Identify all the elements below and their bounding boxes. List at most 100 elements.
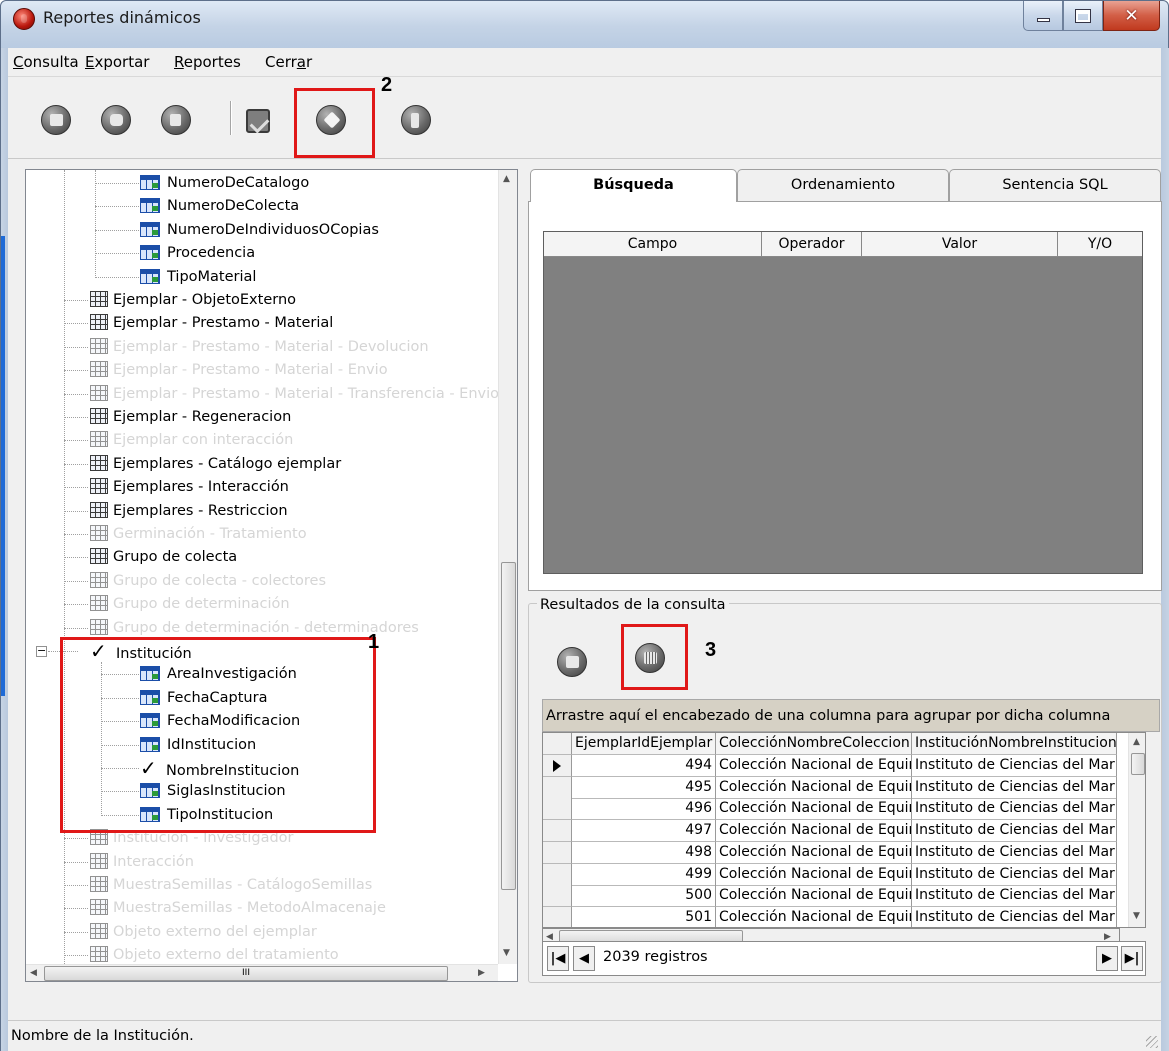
tree-field[interactable]: TipoMaterial: [140, 266, 256, 289]
tree-table[interactable]: Grupo de determinación: [90, 593, 290, 616]
scroll-down-icon[interactable]: ▼: [503, 948, 510, 958]
table-cell[interactable]: 496: [572, 798, 716, 821]
scroll-up-icon[interactable]: ▲: [503, 174, 510, 184]
table-cell[interactable]: Instituto de Ciencias del Mar: [912, 863, 1117, 886]
table-row[interactable]: 497 Colección Nacional de Equir Instituto …: [543, 820, 1145, 843]
table-cell[interactable]: 499: [572, 863, 716, 886]
table-cell[interactable]: Colección Nacional de Equir: [716, 776, 912, 799]
table-cell[interactable]: Colección Nacional de Equir: [716, 841, 912, 864]
tab-ordenamiento[interactable]: Ordenamiento: [737, 169, 949, 201]
tree-field[interactable]: NumeroDeCatalogo: [140, 172, 309, 195]
table-row[interactable]: 495 Colección Nacional de Equir Instituto …: [543, 776, 1145, 799]
table-tree[interactable]: NumeroDeCatalogo NumeroDeColecta NumeroDeI…: [25, 169, 518, 982]
row-selector[interactable]: [543, 776, 572, 799]
collapse-icon[interactable]: −: [36, 645, 47, 657]
row-selector[interactable]: [543, 906, 572, 927]
column-ejemplar-id[interactable]: EjemplarIdEjemplar: [572, 733, 716, 755]
tree-table[interactable]: Ejemplar - Prestamo - Material - Transfe…: [90, 383, 499, 406]
tab-busqueda[interactable]: Búsqueda: [530, 169, 737, 202]
prev-record-button[interactable]: ◀: [573, 946, 595, 971]
resize-grip-icon[interactable]: [1146, 1036, 1158, 1048]
column-coleccion-nombre[interactable]: ColecciónNombreColeccion: [716, 733, 912, 755]
minimize-button[interactable]: [1023, 1, 1063, 31]
row-selector[interactable]: [543, 755, 572, 777]
tree-table[interactable]: Interacción: [90, 851, 194, 874]
results-vscroll-thumb[interactable]: [1131, 753, 1145, 775]
scroll-left-icon[interactable]: ◀: [30, 968, 37, 978]
column-y-o[interactable]: Y/O: [1058, 232, 1142, 257]
table-cell[interactable]: Instituto de Ciencias del Mar: [912, 776, 1117, 799]
table-cell[interactable]: Colección Nacional de Equir: [716, 885, 912, 908]
tree-hscrollbar[interactable]: ◀ III ▶: [26, 964, 498, 981]
table-cell[interactable]: 498: [572, 841, 716, 864]
new-report-icon[interactable]: [161, 105, 193, 137]
tree-table[interactable]: MuestraSemillas - CatálogoSemillas: [90, 874, 372, 897]
tree-table[interactable]: Ejemplares - Catálogo ejemplar: [90, 453, 341, 476]
tree-field[interactable]: Procedencia: [140, 242, 255, 265]
tree-table[interactable]: MuestraSemillas - MetodoAlmacenaje: [90, 897, 386, 920]
tab-sentencia-sql[interactable]: Sentencia SQL: [949, 169, 1161, 201]
column-institucion-nombre[interactable]: InstituciónNombreInstitucion: [912, 733, 1117, 755]
tree-hscroll-thumb[interactable]: III: [44, 966, 448, 981]
column-campo[interactable]: Campo: [544, 232, 762, 257]
row-selector[interactable]: [543, 798, 572, 821]
table-cell[interactable]: Colección Nacional de Equir: [716, 755, 912, 777]
tree-table[interactable]: Ejemplar - ObjetoExterno: [90, 289, 296, 312]
tree-field[interactable]: NumeroDeIndividuosOCopias: [140, 219, 379, 242]
scroll-up-icon[interactable]: ▲: [1133, 737, 1140, 747]
tree-table[interactable]: Ejemplar - Regeneracion: [90, 406, 291, 429]
table-row[interactable]: 499 Colección Nacional de Equir Instituto …: [543, 863, 1145, 886]
table-row[interactable]: 500 Colección Nacional de Equir Instituto …: [543, 885, 1145, 908]
table-cell[interactable]: Colección Nacional de Equir: [716, 906, 912, 927]
save-icon[interactable]: [101, 105, 133, 137]
maximize-button[interactable]: [1063, 1, 1103, 31]
scroll-right-icon[interactable]: ▶: [478, 968, 485, 978]
table-row[interactable]: 496 Colección Nacional de Equir Instituto …: [543, 798, 1145, 821]
tree-table[interactable]: Grupo de colecta: [90, 546, 237, 569]
next-record-button[interactable]: ▶: [1096, 946, 1118, 971]
table-cell[interactable]: Instituto de Ciencias del Mar: [912, 798, 1117, 821]
results-vscrollbar[interactable]: ▲ ▼: [1128, 733, 1145, 927]
row-selector[interactable]: [543, 841, 572, 864]
tree-field[interactable]: NumeroDeColecta: [140, 195, 299, 218]
column-operador[interactable]: Operador: [762, 232, 862, 257]
table-cell[interactable]: 494: [572, 755, 716, 777]
table-cell[interactable]: Colección Nacional de Equir: [716, 820, 912, 843]
first-record-button[interactable]: |◀: [547, 946, 569, 971]
tree-vscroll-thumb[interactable]: [501, 562, 516, 890]
last-record-button[interactable]: ▶|: [1121, 946, 1143, 971]
table-cell[interactable]: 495: [572, 776, 716, 799]
search-criteria-grid[interactable]: Campo Operador Valor Y/O: [543, 231, 1143, 574]
tree-table[interactable]: Ejemplares - Interacción: [90, 476, 289, 499]
table-cell[interactable]: Colección Nacional de Equir: [716, 863, 912, 886]
close-button[interactable]: ✕: [1103, 1, 1160, 31]
menu-cerrar[interactable]: Cerrar: [265, 53, 312, 71]
row-selector[interactable]: [543, 863, 572, 886]
menu-exportar[interactable]: Exportar: [85, 53, 149, 71]
table-row[interactable]: 494 Colección Nacional de Equir Instituto …: [543, 755, 1145, 777]
exit-icon[interactable]: [401, 105, 433, 137]
preview-results-icon[interactable]: [557, 647, 589, 679]
tree-table[interactable]: Ejemplar - Prestamo - Material - Envio: [90, 359, 388, 382]
table-cell[interactable]: Instituto de Ciencias del Mar: [912, 885, 1117, 908]
table-row[interactable]: 501 Colección Nacional de Equir Instituto …: [543, 906, 1145, 927]
table-row[interactable]: 498 Colección Nacional de Equir Instituto …: [543, 841, 1145, 864]
table-cell[interactable]: Instituto de Ciencias del Mar: [912, 820, 1117, 843]
table-cell[interactable]: 500: [572, 885, 716, 908]
results-grid[interactable]: EjemplarIdEjemplar ColecciónNombreColecc…: [542, 732, 1146, 928]
tree-table[interactable]: Ejemplar - Prestamo - Material - Devoluc…: [90, 336, 429, 359]
tree-table[interactable]: Germinación - Tratamiento: [90, 523, 307, 546]
table-cell[interactable]: 501: [572, 906, 716, 927]
preview-icon[interactable]: [241, 105, 273, 137]
tree-table[interactable]: Ejemplar - Prestamo - Material: [90, 312, 333, 335]
menu-reportes[interactable]: Reportes: [174, 53, 241, 71]
tree-table[interactable]: Ejemplar con interacción: [90, 429, 293, 452]
table-cell[interactable]: 497: [572, 820, 716, 843]
tree-table[interactable]: Objeto externo del ejemplar: [90, 921, 317, 944]
menu-consulta[interactable]: Consulta: [13, 53, 79, 71]
open-icon[interactable]: [41, 105, 73, 137]
row-selector[interactable]: [543, 885, 572, 908]
table-cell[interactable]: Instituto de Ciencias del Mar: [912, 841, 1117, 864]
column-valor[interactable]: Valor: [862, 232, 1058, 257]
tree-table[interactable]: Grupo de colecta - colectores: [90, 570, 326, 593]
